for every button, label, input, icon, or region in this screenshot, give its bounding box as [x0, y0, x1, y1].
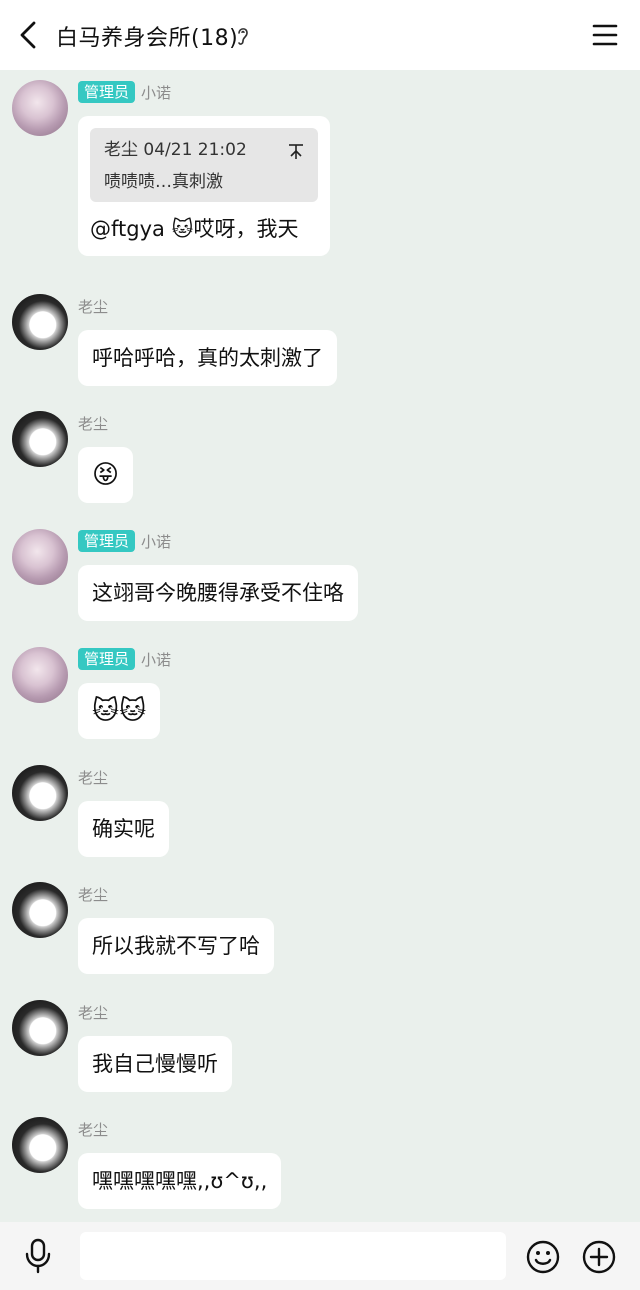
microphone-icon[interactable]	[22, 1238, 54, 1274]
avatar[interactable]	[12, 411, 68, 467]
sender-meta: 老尘	[78, 1117, 108, 1141]
quote-text: 啧啧啧…真刺激	[104, 172, 223, 192]
avatar[interactable]	[12, 1000, 68, 1056]
message-text: 🐱🐱	[92, 696, 147, 726]
smiley-icon[interactable]	[526, 1240, 560, 1274]
admin-badge: 管理员	[78, 530, 136, 552]
avatar[interactable]	[12, 1117, 68, 1173]
chat-title[interactable]: 白马养身会所(18)	[56, 20, 238, 52]
message-input[interactable]	[80, 1232, 506, 1280]
sender-name[interactable]: 小诺	[141, 649, 171, 670]
sender-meta: 老尘	[78, 765, 108, 789]
message-bubble[interactable]: 🐱🐱	[78, 683, 161, 739]
sender-name[interactable]: 老尘	[78, 767, 108, 788]
sender-meta: 管理员 小诺	[78, 80, 171, 104]
admin-badge: 管理员	[78, 648, 136, 670]
sender-name[interactable]: 老尘	[78, 1119, 108, 1140]
input-bar	[0, 1222, 640, 1290]
avatar[interactable]	[12, 529, 68, 585]
sender-meta: 管理员 小诺	[78, 647, 171, 671]
sender-name[interactable]: 小诺	[141, 531, 171, 552]
message-text: 嘿嘿嘿嘿嘿,,ʊ^ʊ,,	[92, 1169, 268, 1193]
plus-circle-icon[interactable]	[582, 1240, 616, 1274]
message-text: 我自己慢慢听	[92, 1052, 218, 1076]
message-bubble[interactable]: 呼哈呼哈，真的太刺激了	[78, 330, 337, 386]
sender-name[interactable]: 小诺	[141, 82, 171, 103]
avatar[interactable]	[12, 647, 68, 703]
message-bubble[interactable]: 我自己慢慢听	[78, 1036, 232, 1092]
message-text: 😝	[92, 460, 120, 490]
message-text: 所以我就不写了哈	[92, 934, 260, 958]
message-bubble[interactable]: 😝	[78, 447, 134, 503]
chevron-left-icon[interactable]	[12, 17, 48, 53]
chat-header: 白马养身会所(18)	[0, 0, 640, 70]
sender-name[interactable]: 老尘	[78, 296, 108, 317]
message-bubble[interactable]: 所以我就不写了哈	[78, 918, 274, 974]
avatar[interactable]	[12, 80, 68, 136]
pin-icon	[289, 144, 303, 159]
message-bubble[interactable]: 嘿嘿嘿嘿嘿,,ʊ^ʊ,,	[78, 1153, 282, 1209]
quote-author-time: 老尘 04/21 21:02	[104, 140, 247, 160]
message-text: 呼哈呼哈，真的太刺激了	[92, 346, 323, 370]
ear-icon	[238, 28, 248, 45]
message-text: 确实呢	[92, 817, 155, 841]
sender-name[interactable]: 老尘	[78, 884, 108, 905]
message-text: @ftgya 🐱哎呀，我天	[90, 217, 299, 241]
sender-meta: 老尘	[78, 882, 108, 906]
sender-meta: 管理员 小诺	[78, 529, 171, 553]
admin-badge: 管理员	[78, 81, 136, 103]
message-bubble[interactable]: 这翊哥今晚腰得承受不住咯	[78, 565, 358, 621]
avatar[interactable]	[12, 882, 68, 938]
avatar[interactable]	[12, 765, 68, 821]
sender-meta: 老尘	[78, 411, 108, 435]
message-text: 这翊哥今晚腰得承受不住咯	[92, 581, 344, 605]
message-bubble[interactable]: 老尘 04/21 21:02 啧啧啧…真刺激 @ftgya 🐱哎呀，我天	[78, 116, 330, 256]
sender-name[interactable]: 老尘	[78, 1002, 108, 1023]
message-bubble[interactable]: 确实呢	[78, 801, 169, 857]
quoted-message[interactable]: 老尘 04/21 21:02 啧啧啧…真刺激	[90, 128, 318, 202]
sender-meta: 老尘	[78, 294, 108, 318]
sender-meta: 老尘	[78, 1000, 108, 1024]
hamburger-menu-icon[interactable]	[592, 22, 618, 48]
sender-name[interactable]: 老尘	[78, 413, 108, 434]
avatar[interactable]	[12, 294, 68, 350]
